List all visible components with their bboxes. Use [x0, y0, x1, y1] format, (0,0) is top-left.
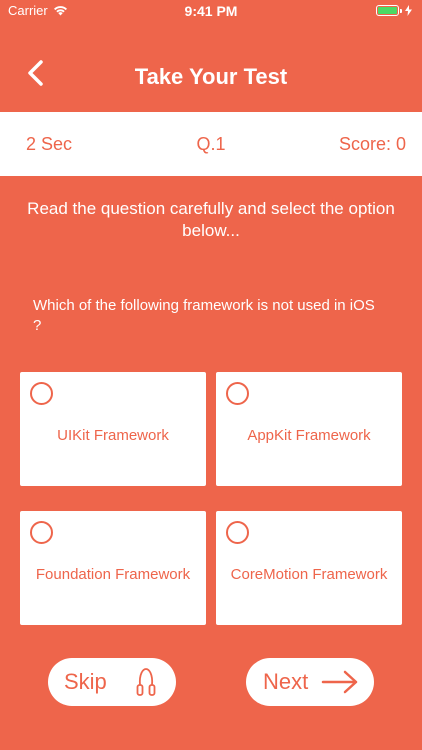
instruction-text: Read the question carefully and select t…	[27, 199, 395, 240]
page-title: Take Your Test	[134, 64, 288, 89]
option-card-a[interactable]: UIKit Framework	[20, 372, 206, 486]
battery-icon	[376, 5, 412, 16]
option-card-d[interactable]: CoreMotion Framework	[216, 511, 402, 625]
quiz-info-bar: 2 Sec Q.1 Score: 0	[0, 112, 422, 176]
option-card-c[interactable]: Foundation Framework	[20, 511, 206, 625]
next-button-label: Next	[263, 669, 309, 694]
next-button[interactable]: Next	[246, 658, 374, 706]
skip-button-label: Skip	[64, 669, 107, 694]
score-label: Score: 0	[338, 134, 406, 154]
skip-button[interactable]: Skip	[48, 658, 176, 706]
quiz-screen: Carrier 9:41 PM Take Your Test 2 Sec Q.1…	[0, 0, 422, 750]
charging-bolt-icon	[405, 5, 412, 16]
jump-rope-icon	[136, 668, 156, 696]
status-time: 9:41 PM	[184, 3, 238, 19]
option-label: UIKit Framework	[57, 427, 169, 444]
option-label: CoreMotion Framework	[230, 566, 388, 583]
arrow-right-icon	[321, 670, 358, 694]
navigation-bar: Take Your Test	[0, 40, 422, 112]
status-bar: Carrier 9:41 PM	[0, 0, 422, 22]
option-label: AppKit Framework	[247, 427, 371, 444]
option-card-b[interactable]: AppKit Framework	[216, 372, 402, 486]
question-text: Which of the following framework is not …	[33, 297, 375, 334]
option-label: Foundation Framework	[35, 566, 191, 583]
